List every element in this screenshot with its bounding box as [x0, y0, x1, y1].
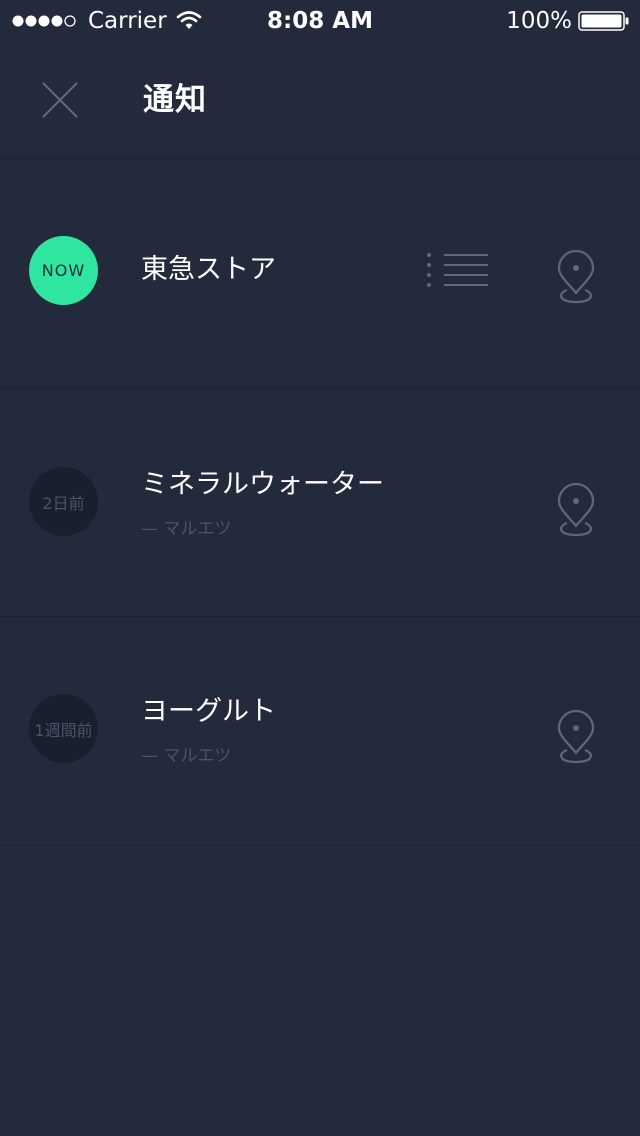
time-badge: NOW — [29, 236, 98, 305]
battery-percentage: 100% — [506, 8, 572, 34]
status-bar: Carrier 8:08 AM 100% — [0, 0, 640, 40]
close-button[interactable] — [38, 78, 82, 122]
notification-subtitle: — マルエツ — [141, 746, 232, 766]
notification-row[interactable]: NOW 東急ストア — [0, 159, 640, 388]
notification-subtitle: — マルエツ — [141, 519, 232, 539]
location-button[interactable] — [554, 709, 598, 765]
notification-title: ヨーグルト — [141, 696, 276, 727]
battery-icon — [578, 11, 629, 31]
notification-title: 東急ストア — [141, 254, 276, 285]
navigation-bar: 通知 — [0, 40, 640, 159]
close-icon — [42, 82, 78, 118]
notification-list: NOW 東急ストア 2日前 ミネラルウォーター — マルエツ 1週間前 ヨーグル… — [0, 159, 640, 846]
location-pin-icon — [557, 482, 595, 537]
location-button[interactable] — [554, 249, 598, 305]
location-pin-icon — [557, 709, 595, 764]
notification-row[interactable]: 1週間前 ヨーグルト — マルエツ — [0, 617, 640, 846]
time-badge: 1週間前 — [29, 694, 98, 763]
notification-title: ミネラルウォーター — [141, 469, 384, 500]
notification-row[interactable]: 2日前 ミネラルウォーター — マルエツ — [0, 388, 640, 617]
list-icon — [427, 253, 488, 287]
time-badge: 2日前 — [29, 467, 98, 536]
list-button[interactable] — [424, 248, 490, 294]
location-pin-icon — [557, 249, 595, 304]
page-title: 通知 — [143, 82, 207, 118]
location-button[interactable] — [554, 482, 598, 538]
